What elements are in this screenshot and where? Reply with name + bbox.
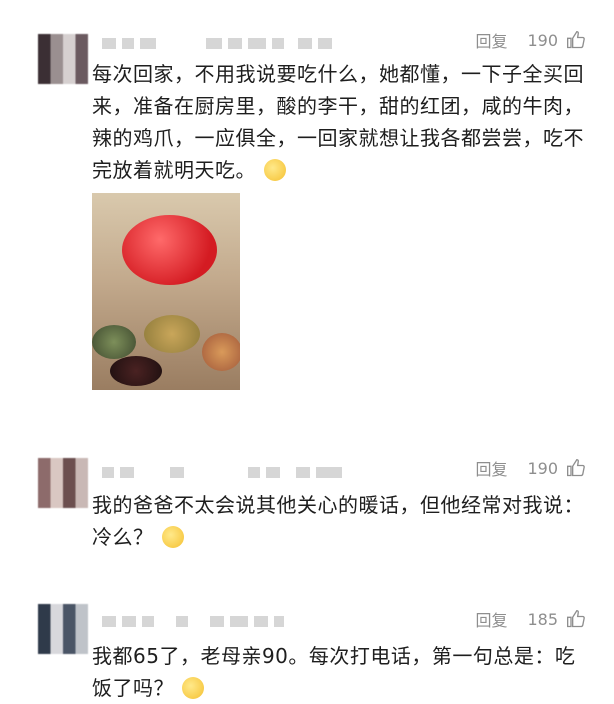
comment-photo[interactable]	[92, 193, 240, 390]
like-count: 190	[527, 458, 558, 478]
username-blurred[interactable]	[102, 36, 332, 50]
like-count: 190	[527, 30, 558, 50]
username-blurred[interactable]	[102, 614, 284, 628]
avatar[interactable]	[38, 458, 88, 508]
thumbs-up-icon[interactable]	[566, 458, 586, 478]
avatar[interactable]	[38, 604, 88, 654]
comment-text: 我的爸爸不太会说其他关心的暖话，但他经常对我说：冷么？	[92, 493, 584, 549]
comment-text: 我都65了，老母亲90。每次打电话，第一句总是：吃饭了吗？	[92, 644, 576, 700]
thumbs-up-icon[interactable]	[566, 609, 586, 629]
reply-button[interactable]: 回复	[475, 607, 507, 631]
crying-face-emoji	[182, 677, 204, 699]
comment-text: 每次回家，不用我说要吃什么，她都懂，一下子全买回来，准备在厨房里，酸的李干，甜的…	[92, 62, 584, 182]
comment-meta: 回复 190	[475, 28, 586, 52]
avatar[interactable]	[38, 34, 88, 84]
username-blurred[interactable]	[102, 465, 342, 479]
reply-button[interactable]: 回复	[475, 456, 507, 480]
pleading-face-emoji	[161, 526, 184, 548]
comment-meta: 回复 190	[475, 456, 586, 480]
comment-meta: 回复 185	[475, 607, 586, 631]
smiling-tear-emoji	[264, 159, 286, 181]
reply-button[interactable]: 回复	[475, 28, 507, 52]
like-count: 185	[527, 609, 558, 629]
thumbs-up-icon[interactable]	[566, 30, 586, 50]
